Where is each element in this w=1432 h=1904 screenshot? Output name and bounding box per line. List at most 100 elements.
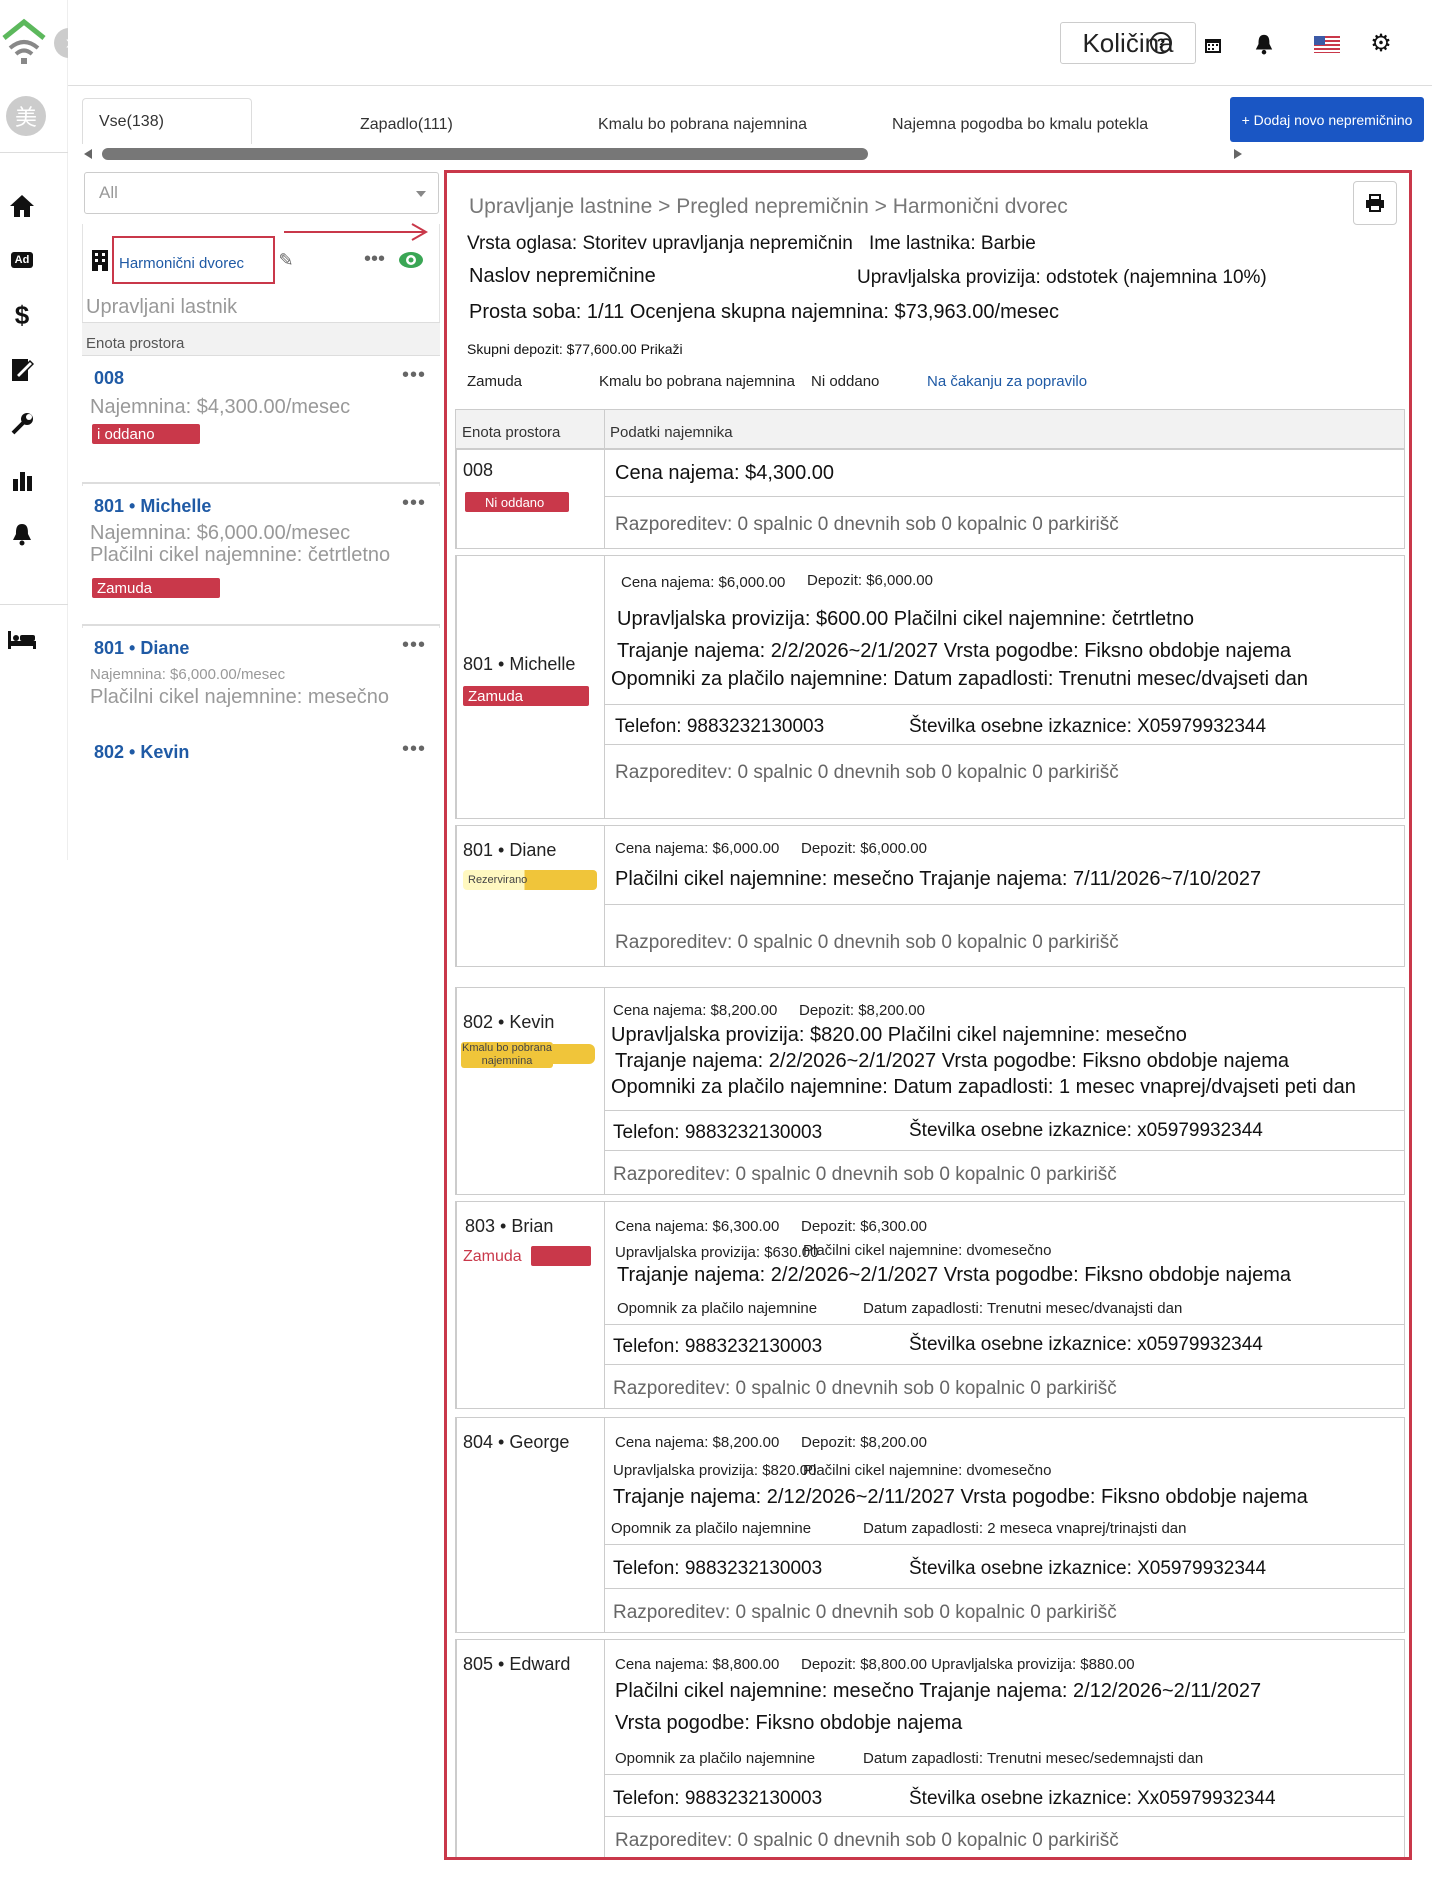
more-dots-icon[interactable]: ••• [364,248,385,271]
more-dots-icon[interactable]: ••• [402,634,426,657]
unit-title: 802 • Kevin [94,742,190,762]
row-divider [605,904,1404,905]
scroll-left-arrow[interactable] [84,149,92,159]
contract-icon[interactable] [8,356,36,384]
deposit: Depozit: $6,000.00 [807,572,933,589]
row-divider [605,496,1404,497]
table-row[interactable]: 008 Ni oddano Cena najema: $4,300.00 Raz… [455,449,1405,549]
more-dots-icon[interactable]: ••• [402,492,426,515]
unit-label: 801 • Diane [463,840,557,860]
unit-cell: 801 • Michelle Zamuda [457,556,605,818]
tab-overdue[interactable]: Zapadlo(111) [360,106,453,144]
table-row[interactable]: 801 • Diane Rezervirano Cena najema: $6,… [455,825,1405,967]
table-row[interactable]: 803 • Brian Zamuda Cena najema: $6,300.0… [455,1201,1405,1409]
tab-all[interactable]: Vse(138) [82,98,252,144]
status-filter-overdue[interactable]: Zamuda [467,373,522,390]
top-bar: Količina ? ⚙ [68,0,1432,86]
status-filter-repair[interactable]: Na čakanju za popravilo [927,373,1087,390]
unit-list-header: Enota prostora [82,322,440,356]
eye-icon[interactable] [398,250,424,270]
lease-term: Trajanje najema: 2/2/2026~2/1/2027 Vrsta… [615,1050,1289,1072]
vacancy-info: Prosta soba: 1/11 Ocenjena skupna najemn… [469,301,1060,323]
unit-cell: 805 • Edward [457,1640,605,1857]
settings-gear-icon[interactable]: ⚙ [1368,30,1394,57]
unit-cell: 804 • George [457,1418,605,1632]
property-name-box[interactable]: Harmonični dvorec [112,236,275,284]
payment-cycle: Plačilni cikel najemnine: dvomesečno [803,1242,1052,1259]
unit-cell: 801 • Diane Rezervirano [457,826,605,966]
unit-card[interactable]: 801 • Michelle ••• Najemnina: $6,000.00/… [82,486,440,626]
row-divider [605,1544,1404,1545]
status-text: Zamuda [463,1248,522,1265]
edit-icon[interactable]: ✎ [276,250,296,270]
payment-reminder: Opomnik za plačilo najemnine [611,1520,812,1537]
unit-card[interactable]: 802 • Kevin ••• [82,730,440,770]
table-row[interactable]: 805 • Edward Cena najema: $8,800.00 Depo… [455,1639,1405,1857]
commission-cycle: Upravljalska provizija: $600.00 Plačilni… [617,608,1194,630]
payment-reminder: Opomnik za plačilo najemnine [617,1300,818,1317]
filter-select[interactable]: All [84,172,439,214]
unit-header-label: Enota prostora [86,335,185,352]
column-unit: Enota prostora [462,424,561,441]
sidebar: › 美 Ad $ [0,0,84,860]
logo-icon[interactable] [0,18,48,66]
status-filter-due-soon[interactable]: Kmalu bo pobrana najemnina [599,373,795,390]
layout-info: Razporeditev: 0 spalnic 0 dnevnih sob 0 … [613,1378,1117,1399]
us-flag-icon[interactable] [1314,36,1340,53]
bell-icon[interactable] [8,520,36,548]
unit-rent: Najemnina: $4,300.00/mesec [90,396,351,418]
status-filter-vacant[interactable]: Ni oddano [811,373,879,390]
more-dots-icon[interactable]: ••• [402,364,426,387]
table-row[interactable]: 801 • Michelle Zamuda Cena najema: $6,00… [455,555,1405,819]
scroll-right-arrow[interactable] [1234,149,1242,159]
row-divider [605,1588,1404,1589]
unit-cycle: Plačilni cikel najemnine: četrtletno [90,544,391,566]
payment-reminder: Opomnik za plačilo najemnine [615,1750,816,1767]
deposit: Depozit: $8,200.00 [799,1002,925,1019]
avatar[interactable]: 美 [6,96,46,136]
home-icon[interactable] [8,192,36,220]
unit-label: 802 • Kevin [463,1012,555,1032]
address-label: Naslov nepremičnine [469,265,656,287]
due-date: Datum zapadlosti: Trenutni mesec/sedemna… [863,1750,1204,1767]
commission: Upravljalska provizija: $820.00 [613,1462,817,1479]
table-row[interactable]: 804 • George Cena najema: $8,200.00 Depo… [455,1417,1405,1633]
commission-cycle: Upravljalska provizija: $820.00 Plačilni… [611,1024,1187,1046]
calendar-icon[interactable] [1202,34,1224,56]
tab-lease-expiring[interactable]: Najemna pogodba bo kmalu potekla [892,106,1148,144]
print-button[interactable] [1353,181,1397,225]
filter-value: All [99,183,118,202]
add-property-button[interactable]: + Dodaj novo nepremičnino [1230,97,1424,142]
ad-icon[interactable]: Ad [8,248,36,272]
phone: Telefon: 9883232130003 [613,1788,823,1809]
rent-price: Cena najema: $6,300.00 [615,1218,780,1235]
table-row[interactable]: 802 • Kevin Kmalu bo pobrana najemnina C… [455,987,1405,1195]
unit-rent: Najemnina: $6,000.00/mesec [90,522,351,544]
rent-price: Cena najema: $8,800.00 [615,1656,780,1673]
bed-icon[interactable] [6,626,38,654]
notification-bell-icon[interactable] [1252,32,1276,56]
help-icon[interactable]: ? [1150,32,1172,54]
unit-label: 804 • George [463,1432,570,1452]
due-date: Datum zapadlosti: Trenutni mesec/dvanajs… [863,1300,1183,1317]
more-dots-icon[interactable]: ••• [402,738,426,761]
lease-term: Trajanje najema: 2/2/2026~2/1/2027 Vrsta… [617,1264,1291,1286]
breadcrumb[interactable]: Upravljanje lastnine > Pregled nepremičn… [469,195,1068,219]
scrollbar-thumb[interactable] [102,148,868,160]
layout-info: Razporeditev: 0 spalnic 0 dnevnih sob 0 … [615,932,1119,953]
bar-chart-icon[interactable] [8,466,36,494]
table-header: Enota prostora Podatki najemnika [455,409,1405,450]
phone: Telefon: 9883232130003 [615,716,825,737]
commission: Upravljalska provizija: $630.00 [615,1244,819,1261]
quantity-button[interactable]: Količina [1060,22,1196,64]
deposit: Depozit: $8,200.00 [801,1434,927,1451]
id-number: Številka osebne izkaznice: x05979932344 [909,1120,1263,1141]
unit-title: 801 • Diane [94,638,190,658]
tab-rent-due-soon[interactable]: Kmalu bo pobrana najemnina [598,106,807,144]
unit-card[interactable]: 008 ••• Najemnina: $4,300.00/mesec i odd… [82,356,440,484]
unit-cell: 008 Ni oddano [457,450,605,548]
phone: Telefon: 9883232130003 [613,1558,823,1579]
tabs-scrollbar[interactable] [84,148,1244,160]
wrench-icon[interactable] [8,410,36,438]
dollar-icon[interactable]: $ [8,300,36,330]
